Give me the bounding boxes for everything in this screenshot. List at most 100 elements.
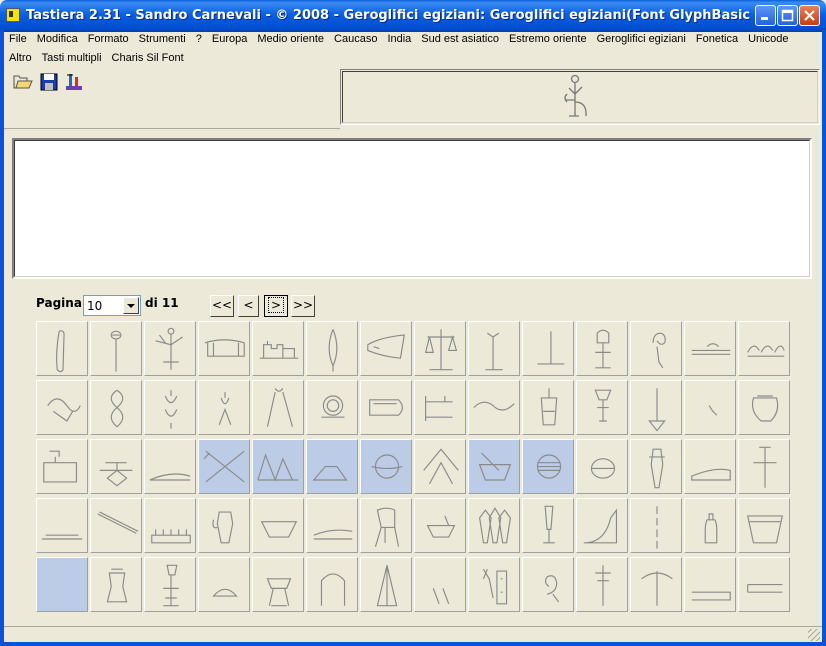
glyph-key[interactable] [198, 321, 250, 376]
glyph-key[interactable] [414, 498, 466, 553]
menu-item-geroglifici-egiziani[interactable]: Geroglifici egiziani [592, 30, 691, 49]
menu-item-file[interactable]: File [4, 30, 32, 49]
glyph-key[interactable] [252, 321, 304, 376]
glyph-key[interactable] [360, 321, 412, 376]
glyph-key[interactable] [630, 439, 682, 494]
page-select[interactable]: 10 [83, 295, 141, 316]
glyph-key[interactable] [630, 498, 682, 553]
glyph-key[interactable] [576, 439, 628, 494]
glyph-key[interactable] [144, 439, 196, 494]
menu-item-[interactable]: ? [191, 30, 207, 49]
glyph-key[interactable] [468, 557, 520, 612]
glyph-key[interactable] [576, 498, 628, 553]
glyph-key[interactable] [90, 557, 142, 612]
glyph-key[interactable] [684, 439, 736, 494]
menu-item-unicode[interactable]: Unicode [743, 30, 793, 49]
glyph-key[interactable] [90, 498, 142, 553]
glyph-key[interactable] [252, 439, 304, 494]
glyph-key[interactable] [468, 439, 520, 494]
prev-page-button[interactable]: < [238, 295, 259, 317]
first-page-button[interactable]: << [210, 295, 234, 317]
glyph-key[interactable] [144, 557, 196, 612]
glyph-key[interactable] [306, 557, 358, 612]
glyph-key[interactable] [684, 321, 736, 376]
glyph-key[interactable] [90, 439, 142, 494]
glyph-key[interactable] [306, 321, 358, 376]
glyph-key[interactable] [90, 321, 142, 376]
glyph-key[interactable] [414, 321, 466, 376]
close-button[interactable] [799, 5, 820, 26]
glyph-key[interactable] [198, 439, 250, 494]
glyph-key[interactable] [306, 498, 358, 553]
font-tool-button[interactable] [63, 71, 85, 93]
glyph-key[interactable] [576, 557, 628, 612]
menu-item-tasti-multipli[interactable]: Tasti multipli [37, 49, 107, 68]
glyph-key[interactable] [360, 498, 412, 553]
text-editor[interactable] [12, 138, 812, 279]
menu-item-modifica[interactable]: Modifica [32, 30, 83, 49]
chevron-down-icon[interactable] [123, 297, 139, 314]
save-button[interactable] [38, 71, 60, 93]
glyph-key[interactable] [684, 557, 736, 612]
glyph-key[interactable] [576, 321, 628, 376]
glyph-key[interactable] [360, 439, 412, 494]
app-icon[interactable] [6, 8, 20, 22]
glyph-key[interactable] [522, 498, 574, 553]
glyph-key[interactable] [252, 498, 304, 553]
glyph-key[interactable] [36, 557, 88, 612]
open-button[interactable] [12, 71, 34, 93]
resize-grip-icon[interactable] [808, 629, 820, 641]
glyph-key[interactable] [252, 380, 304, 435]
glyph-key[interactable] [144, 380, 196, 435]
menu-item-medio-oriente[interactable]: Medio oriente [252, 30, 329, 49]
minimize-button[interactable] [755, 5, 776, 26]
glyph-key[interactable] [414, 380, 466, 435]
menu-item-caucaso[interactable]: Caucaso [329, 30, 382, 49]
glyph-key[interactable] [522, 557, 574, 612]
glyph-key[interactable] [36, 321, 88, 376]
glyph-key[interactable] [144, 498, 196, 553]
glyph-key[interactable] [738, 380, 790, 435]
menu-item-altro[interactable]: Altro [4, 49, 37, 68]
glyph-key[interactable] [36, 439, 88, 494]
glyph-key[interactable] [306, 380, 358, 435]
glyph-key[interactable] [522, 380, 574, 435]
glyph-key[interactable] [522, 321, 574, 376]
glyph-key[interactable] [414, 439, 466, 494]
glyph-key[interactable] [468, 321, 520, 376]
glyph-key[interactable] [144, 321, 196, 376]
menu-item-india[interactable]: India [382, 30, 416, 49]
last-page-button[interactable]: >> [291, 295, 315, 317]
glyph-key[interactable] [90, 380, 142, 435]
menu-item-formato[interactable]: Formato [83, 30, 134, 49]
glyph-key[interactable] [684, 498, 736, 553]
menu-item-charis-sil-font[interactable]: Charis Sil Font [107, 49, 189, 68]
glyph-key[interactable] [738, 498, 790, 553]
glyph-key[interactable] [360, 380, 412, 435]
glyph-key[interactable] [522, 439, 574, 494]
glyph-key[interactable] [738, 557, 790, 612]
menu-item-europa[interactable]: Europa [207, 30, 252, 49]
glyph-key[interactable] [630, 557, 682, 612]
glyph-key[interactable] [198, 380, 250, 435]
glyph-key[interactable] [630, 380, 682, 435]
glyph-key[interactable] [738, 439, 790, 494]
glyph-key[interactable] [36, 498, 88, 553]
glyph-key[interactable] [576, 380, 628, 435]
menu-item-estremo-oriente[interactable]: Estremo oriente [504, 30, 592, 49]
glyph-key[interactable] [414, 557, 466, 612]
maximize-button[interactable] [777, 5, 798, 26]
glyph-key[interactable] [630, 321, 682, 376]
glyph-key[interactable] [198, 557, 250, 612]
glyph-key[interactable] [738, 321, 790, 376]
glyph-key[interactable] [468, 498, 520, 553]
menu-item-strumenti[interactable]: Strumenti [134, 30, 191, 49]
glyph-key[interactable] [306, 439, 358, 494]
glyph-key[interactable] [360, 557, 412, 612]
glyph-key[interactable] [198, 498, 250, 553]
menu-item-fonetica[interactable]: Fonetica [691, 30, 743, 49]
menu-item-sud-est-asiatico[interactable]: Sud est asiatico [416, 30, 504, 49]
glyph-key[interactable] [684, 380, 736, 435]
glyph-key[interactable] [252, 557, 304, 612]
next-page-button[interactable]: > [264, 295, 288, 317]
